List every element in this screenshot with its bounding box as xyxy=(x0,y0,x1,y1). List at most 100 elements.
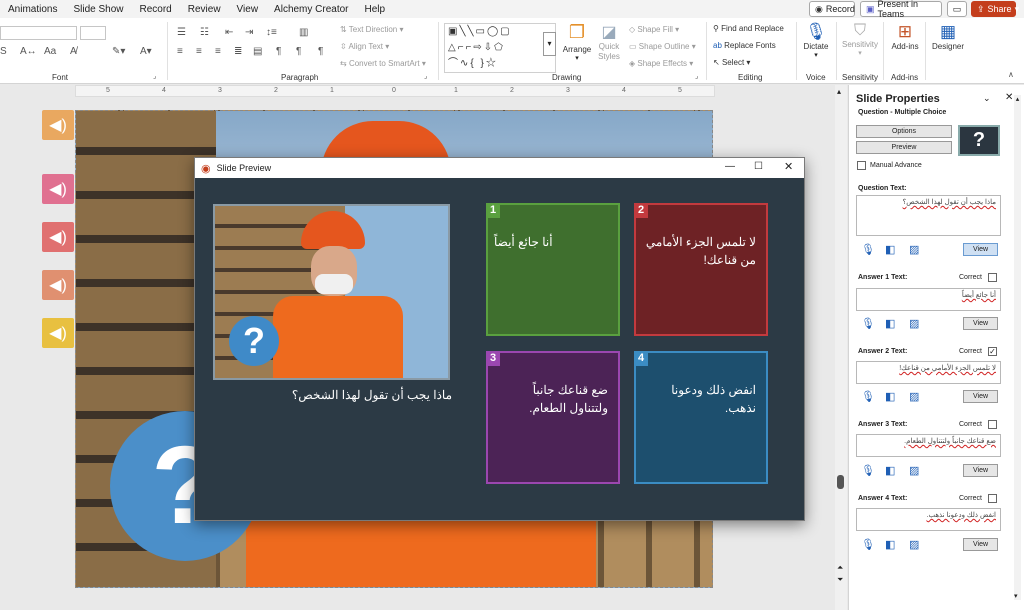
menu-help[interactable]: Help xyxy=(357,4,394,15)
close-icon[interactable]: ✕ xyxy=(1005,92,1013,103)
answer-3-field[interactable]: ضع قناعك جانباً ولتتناول الطعام. xyxy=(856,434,1001,457)
record-button[interactable]: ◉ Record xyxy=(809,1,855,17)
dialog-launcher-icon[interactable]: ⌟ xyxy=(695,72,698,80)
manual-advance-checkbox[interactable] xyxy=(857,161,866,170)
answer-tile-2[interactable]: 2 لا تلمس الجزء الأمامي من قناعك! xyxy=(634,203,768,336)
view-answer-2-button[interactable]: View xyxy=(963,390,998,403)
answer-1-correct-checkbox[interactable] xyxy=(988,273,997,282)
dialog-launcher-icon[interactable]: ⌟ xyxy=(153,72,156,80)
minimize-icon[interactable]: — xyxy=(725,161,735,172)
present-in-teams-button[interactable]: ▣ Present in Teams xyxy=(860,0,942,19)
scroll-down-icon[interactable]: ▾ xyxy=(1014,592,1018,600)
font-color-icon[interactable]: A▾ xyxy=(140,46,152,57)
sensitivity-button[interactable]: ⛉ Sensitivity ▾ xyxy=(840,22,880,57)
shape-more-icon[interactable]: ⬠ xyxy=(494,42,505,53)
align-left-icon[interactable]: ≡ xyxy=(177,46,183,57)
text-direction-button[interactable]: ⇅ Text Direction ▾ xyxy=(340,25,404,34)
microphone-icon[interactable]: 🎙 xyxy=(861,464,875,477)
audio-file-icon[interactable]: ◧ xyxy=(885,464,895,477)
view-answer-4-button[interactable]: View xyxy=(963,538,998,551)
menu-record[interactable]: Record xyxy=(132,4,180,15)
indent-increase-icon[interactable]: ⇥ xyxy=(245,27,253,38)
replace-fonts-button[interactable]: ab Replace Fonts xyxy=(713,41,776,50)
collapse-ribbon-icon[interactable]: ∧ xyxy=(1008,70,1014,79)
image-icon[interactable]: ▨ xyxy=(909,317,919,330)
highlight-icon[interactable]: ✎▾ xyxy=(112,46,125,57)
find-replace-button[interactable]: ⚲ Find and Replace xyxy=(713,24,784,33)
audio-speaker-icon[interactable]: ◀) xyxy=(42,222,74,252)
oval-icon[interactable]: ◯ xyxy=(487,26,500,37)
menu-alchemy-creator[interactable]: Alchemy Creator xyxy=(266,4,356,15)
curve-icon[interactable]: ⌒∿ xyxy=(448,58,470,69)
view-answer-3-button[interactable]: View xyxy=(963,464,998,477)
strikethrough-icon[interactable]: S xyxy=(0,46,7,57)
star-icon[interactable]: ☆ xyxy=(486,58,498,69)
answer-3-correct-checkbox[interactable] xyxy=(988,420,997,429)
designer-button[interactable]: ▦ Designer xyxy=(929,22,967,51)
arrow-icon[interactable]: ⇨⇩ xyxy=(473,42,494,53)
align-center-icon[interactable]: ≡ xyxy=(196,46,202,57)
image-icon[interactable]: ▨ xyxy=(909,243,919,256)
answer-2-field[interactable]: لا تلمس الجزء الأمامي من قناعك! xyxy=(856,361,1001,384)
text-box-icon[interactable]: ▣ xyxy=(448,26,459,37)
microphone-icon[interactable]: 🎙 xyxy=(861,390,875,403)
audio-speaker-icon[interactable]: ◀) xyxy=(42,270,74,300)
select-button[interactable]: ↖ Select ▾ xyxy=(713,58,750,67)
view-answer-1-button[interactable]: View xyxy=(963,317,998,330)
audio-speaker-icon[interactable]: ◀) xyxy=(42,110,74,140)
rtl-icon[interactable]: ¶ xyxy=(296,46,301,57)
prev-slide-icon[interactable]: ⏶ xyxy=(837,563,843,573)
scroll-up-icon[interactable]: ▴ xyxy=(1014,95,1021,103)
answer-1-field[interactable]: أنا جائع أيضاً xyxy=(856,288,1001,311)
question-text-field[interactable]: ماذا يجب أن تقول لهذا الشخص؟ xyxy=(856,195,1001,236)
change-case-icon[interactable]: Aa xyxy=(44,46,56,57)
panel-scrollbar[interactable]: ▴ ▾ xyxy=(1014,95,1021,600)
columns-icon[interactable]: ▥ xyxy=(299,27,308,38)
answer-4-field[interactable]: انفض ذلك ودعونا نذهب. xyxy=(856,508,1001,531)
answer-tile-3[interactable]: 3 ضع قناعك جانباً ولتتناول الطعام. xyxy=(486,351,620,484)
line-icon[interactable]: ╲╲ xyxy=(459,26,475,37)
answer-2-correct-checkbox[interactable]: ✓ xyxy=(988,347,997,356)
distributed-icon[interactable]: ▤ xyxy=(253,46,262,57)
dialog-launcher-icon[interactable]: ⌟ xyxy=(424,72,427,80)
microphone-icon[interactable]: 🎙 xyxy=(861,243,875,256)
dictate-button[interactable]: 🎙 Dictate ▾ xyxy=(800,22,832,59)
brace-icon[interactable]: { } xyxy=(470,58,485,69)
audio-file-icon[interactable]: ◧ xyxy=(885,538,895,551)
arrange-button[interactable]: ❐ Arrange ▾ xyxy=(561,22,593,62)
shape-fill-button[interactable]: ◇ Shape Fill ▾ xyxy=(629,25,679,34)
add-ins-button[interactable]: ⊞ Add-ins xyxy=(888,22,922,51)
close-icon[interactable]: ✕ xyxy=(784,160,793,173)
options-button[interactable]: Options xyxy=(856,125,952,138)
image-icon[interactable]: ▨ xyxy=(909,538,919,551)
question-thumbnail-icon[interactable]: ? xyxy=(958,125,1000,156)
menu-view[interactable]: View xyxy=(229,4,267,15)
indent-decrease-icon[interactable]: ⇤ xyxy=(225,27,233,38)
triangle-icon[interactable]: △ xyxy=(448,42,458,53)
preview-title-bar[interactable]: ◉ Slide Preview — ☐ ✕ xyxy=(195,158,804,178)
ltr-icon[interactable]: ¶ xyxy=(276,46,281,57)
scroll-thumb[interactable] xyxy=(837,475,844,489)
font-size-box[interactable] xyxy=(80,26,106,40)
chevron-down-icon[interactable]: ⌄ xyxy=(983,93,991,104)
bullets-icon[interactable]: ☰ xyxy=(177,27,186,38)
align-right-icon[interactable]: ≡ xyxy=(215,46,221,57)
image-icon[interactable]: ▨ xyxy=(909,390,919,403)
rectangle-icon[interactable]: ▭ xyxy=(476,26,487,37)
menu-slide-show[interactable]: Slide Show xyxy=(65,4,131,15)
answer-4-correct-checkbox[interactable] xyxy=(988,494,997,503)
shape-effects-button[interactable]: ◈ Shape Effects ▾ xyxy=(629,59,693,68)
shapes-gallery[interactable]: ▣╲╲▭◯▢ △⌐⌐⇨⇩⬠ ⌒∿{ }☆ xyxy=(444,23,556,73)
clear-format-icon[interactable]: A̸ xyxy=(70,46,77,57)
rounded-rect-icon[interactable]: ▢ xyxy=(500,26,511,37)
connector-icon[interactable]: ⌐⌐ xyxy=(458,42,474,53)
align-text-button[interactable]: ⇳ Align Text ▾ xyxy=(340,42,389,51)
comments-button[interactable]: ▭ xyxy=(947,1,967,17)
audio-speaker-icon[interactable]: ◀) xyxy=(42,318,74,348)
shape-outline-button[interactable]: ▭ Shape Outline ▾ xyxy=(629,42,696,51)
maximize-icon[interactable]: ☐ xyxy=(754,161,763,172)
answer-tile-1[interactable]: 1 أنا جائع أيضاً xyxy=(486,203,620,336)
character-spacing-icon[interactable]: A↔ xyxy=(20,46,37,57)
microphone-icon[interactable]: 🎙 xyxy=(861,538,875,551)
numbering-icon[interactable]: ☷ xyxy=(200,27,209,38)
